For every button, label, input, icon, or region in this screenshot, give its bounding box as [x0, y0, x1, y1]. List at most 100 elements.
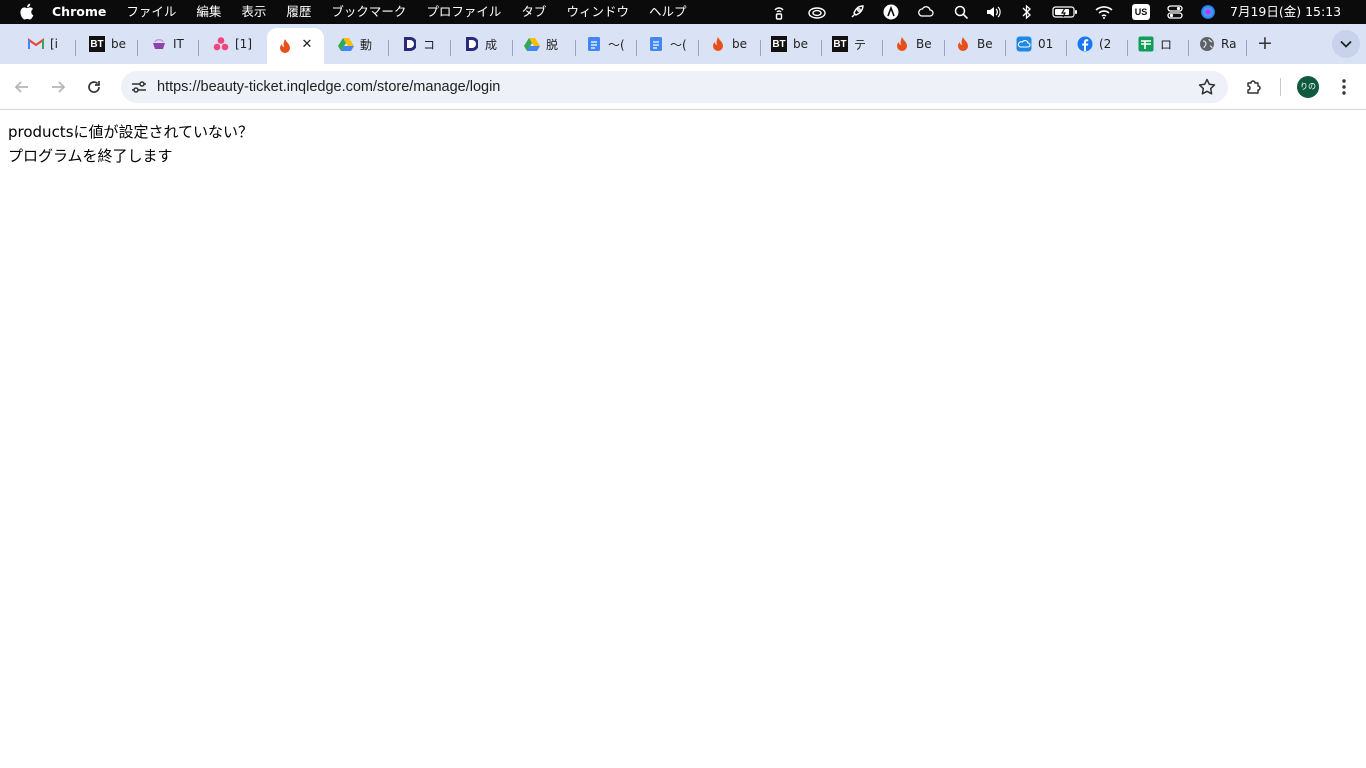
gmail-icon — [28, 36, 44, 52]
tab-fire-1[interactable]: be — [700, 30, 756, 58]
tab-title: 動 — [360, 37, 373, 52]
menu-bookmarks[interactable]: ブックマーク — [331, 0, 406, 24]
tab-title: [i — [50, 37, 59, 51]
menu-view[interactable]: 表示 — [241, 0, 266, 24]
rocket-icon[interactable] — [848, 4, 866, 20]
tab-separator — [636, 40, 637, 56]
bt-icon: BT — [771, 36, 787, 52]
tab-fire-2[interactable]: Be — [884, 30, 940, 58]
menu-help[interactable]: ヘルプ — [649, 0, 687, 24]
bluetooth-icon[interactable] — [1020, 4, 1034, 20]
tab-globe[interactable]: Ra — [1189, 30, 1245, 58]
bracket-icon — [463, 36, 479, 52]
back-button[interactable] — [10, 75, 34, 99]
tab-sheets[interactable]: ロ — [1128, 30, 1184, 58]
reload-button[interactable] — [82, 75, 106, 99]
cup-icon — [151, 36, 167, 52]
tab-drive-1[interactable]: 動 — [328, 30, 382, 58]
tab-gmail[interactable]: [i — [18, 30, 70, 58]
status-area: US 7月19日(金) 15:13 — [766, 0, 1366, 24]
fire-icon — [955, 36, 971, 52]
tab-docs-2[interactable]: 〜( — [638, 30, 694, 58]
search-icon[interactable] — [952, 4, 970, 20]
tab-separator — [75, 40, 76, 56]
wifi-icon[interactable] — [1094, 4, 1114, 20]
tab-separator — [1246, 40, 1247, 56]
tab-facebook[interactable]: (2 — [1067, 30, 1123, 58]
wireless-icon[interactable] — [770, 4, 788, 20]
menu-history[interactable]: 履歴 — [286, 0, 311, 24]
fire-icon — [710, 36, 726, 52]
creative-cloud-icon[interactable] — [806, 4, 828, 20]
tab-title: be — [732, 37, 747, 51]
menu-profiles[interactable]: プロファイル — [426, 0, 501, 24]
volume-icon[interactable] — [984, 4, 1004, 20]
address-bar[interactable]: https://beauty-ticket.inqledge.com/store… — [121, 71, 1228, 103]
tab-it[interactable]: IT — [141, 30, 193, 58]
menubar-clock[interactable]: 7月19日(金) 15:13 — [1230, 0, 1341, 24]
url-text[interactable]: https://beauty-ticket.inqledge.com/store… — [157, 71, 500, 103]
tab-title: Ra — [1221, 37, 1237, 51]
tab-strip: [i BT be IT [1] ✕ 動 コ 成 脱 〜(〜(be BT be… — [0, 24, 1366, 64]
tab-separator — [450, 40, 451, 56]
siri-icon[interactable] — [1199, 4, 1217, 20]
chevron-down-icon — [1340, 40, 1352, 48]
tab-separator — [198, 40, 199, 56]
tab-title: 成 — [485, 37, 498, 52]
tab-fire-3[interactable]: Be — [945, 30, 1001, 58]
new-tab-button[interactable]: + — [1254, 32, 1276, 54]
tab-bt-3[interactable]: BT テ — [822, 30, 878, 58]
menu-tab[interactable]: タブ — [521, 0, 546, 24]
menu-window[interactable]: ウィンドウ — [566, 0, 629, 24]
page-content: productsに値が設定されていない？ プログラムを終了します — [0, 111, 1366, 768]
tab-title: 01 — [1038, 37, 1054, 51]
menu-app-chrome[interactable]: Chrome — [52, 0, 106, 24]
forward-button[interactable] — [46, 75, 70, 99]
extensions-puzzle-icon[interactable] — [1243, 76, 1265, 98]
control-center-icon[interactable] — [1166, 4, 1184, 20]
tab-search-button[interactable] — [1332, 30, 1360, 58]
bracket-icon — [401, 36, 417, 52]
battery-icon[interactable] — [1052, 4, 1078, 20]
forward-arrow-icon — [52, 81, 66, 93]
tab-title: 脱 — [546, 37, 559, 52]
more-menu-icon[interactable] — [1336, 76, 1352, 98]
tab-docs-1[interactable]: 〜( — [576, 30, 632, 58]
tab-title: Be — [916, 37, 932, 51]
tab-drive-2[interactable]: 脱 — [514, 30, 568, 58]
tab-bt-1[interactable]: BT be — [79, 30, 131, 58]
tab-separator — [512, 40, 513, 56]
tab-bracket-2[interactable]: 成 — [453, 30, 507, 58]
cloud-icon[interactable] — [917, 4, 935, 20]
bookmark-star-icon[interactable] — [1198, 78, 1216, 96]
site-info-icon[interactable] — [129, 77, 149, 97]
cloud-app-icon — [1016, 36, 1032, 52]
tab-bt-2[interactable]: BT be — [761, 30, 817, 58]
tab-asana[interactable]: [1] — [203, 30, 257, 58]
menu-file[interactable]: ファイル — [126, 0, 176, 24]
tab-title: be — [111, 37, 126, 51]
bt-icon: BT — [832, 36, 848, 52]
tab-title: [1] — [235, 37, 252, 51]
tab-separator — [137, 40, 138, 56]
drive-icon — [524, 36, 540, 52]
asana-icon — [213, 36, 229, 52]
tab-cloud-app[interactable]: 01 — [1006, 30, 1062, 58]
apple-icon[interactable] — [19, 3, 34, 20]
toolbar-divider — [1280, 78, 1281, 96]
tab-active[interactable]: ✕ — [267, 28, 324, 64]
tab-bracket-1[interactable]: コ — [391, 30, 445, 58]
tab-title: ロ — [1160, 37, 1173, 52]
sheets-icon — [1138, 36, 1154, 52]
input-source-icon[interactable]: US — [1132, 4, 1150, 20]
close-tab-icon[interactable]: ✕ — [300, 38, 314, 52]
macos-menu-bar: Chrome ファイル 編集 表示 履歴 ブックマーク プロファイル タブ ウィ… — [0, 0, 1366, 24]
fire-icon — [894, 36, 910, 52]
astro-icon[interactable] — [882, 4, 900, 20]
error-message-line-2: プログラムを終了します — [8, 147, 173, 165]
profile-avatar[interactable]: りの — [1297, 76, 1319, 98]
menu-items: Chrome ファイル 編集 表示 履歴 ブックマーク プロファイル タブ ウィ… — [52, 0, 686, 24]
menu-edit[interactable]: 編集 — [196, 0, 221, 24]
error-message-line-1: productsに値が設定されていない？ — [8, 123, 254, 141]
browser-toolbar: https://beauty-ticket.inqledge.com/store… — [0, 64, 1366, 110]
